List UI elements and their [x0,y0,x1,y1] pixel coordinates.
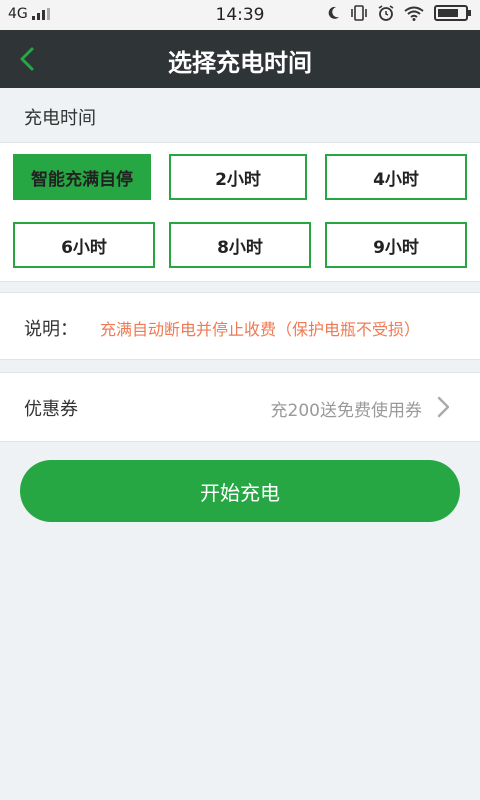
coupon-row[interactable]: 优惠券 充200送免费使用券 [0,372,480,442]
coupon-label: 优惠券 [24,399,78,420]
status-right [328,5,471,21]
option-8-hours[interactable]: 8小时 [169,222,311,268]
chevron-right-icon [437,396,450,418]
note-card: 说明： 充满自动断电并停止收费（保护电瓶不受损） [0,292,480,360]
option-smart-full-stop[interactable]: 智能充满自停 [13,154,151,200]
wifi-icon [404,6,424,21]
note-text: 充满自动断电并停止收费（保护电瓶不受损） [100,320,421,339]
start-charging-button[interactable]: 开始充电 [20,460,460,522]
status-bar: 4G 14:39 [0,0,480,30]
option-6-hours[interactable]: 6小时 [13,222,155,268]
option-2-hours[interactable]: 2小时 [169,154,307,200]
page-title: 选择充电时间 [168,49,312,77]
charge-time-options: 智能充满自停 2小时 4小时 6小时 8小时 9小时 [0,142,480,282]
option-9-hours[interactable]: 9小时 [325,222,467,268]
note-label: 说明： [24,319,78,340]
moon-icon [328,6,339,19]
app-header: 选择充电时间 [0,30,480,88]
alarm-icon [378,5,394,21]
option-4-hours[interactable]: 4小时 [325,154,467,200]
charge-time-label: 充电时间 [24,108,96,129]
coupon-value: 充200送免费使用券 [270,401,422,421]
vibrate-icon [351,5,367,21]
battery-icon [434,5,471,21]
